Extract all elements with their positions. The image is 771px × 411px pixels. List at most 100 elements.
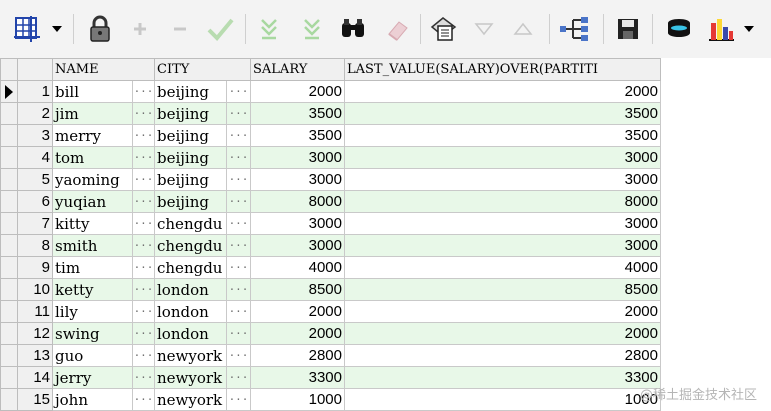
chart-icon[interactable] bbox=[704, 12, 738, 46]
lock-icon[interactable] bbox=[86, 12, 114, 46]
cell-salary[interactable]: 2000 bbox=[250, 80, 345, 103]
cell-edit-button[interactable]: ··· bbox=[226, 190, 251, 213]
cell-salary[interactable]: 3000 bbox=[250, 146, 345, 169]
cell-edit-button[interactable]: ··· bbox=[132, 212, 155, 235]
cell-name[interactable]: yuqian bbox=[52, 190, 133, 213]
grid-layout-icon[interactable] bbox=[12, 12, 42, 46]
table-row[interactable]: 9 tim ··· chengdu ··· 4000 4000 bbox=[0, 256, 661, 279]
table-row[interactable]: 12 swing ··· london ··· 2000 2000 bbox=[0, 322, 661, 345]
table-row[interactable]: 13 guo ··· newyork ··· 2800 2800 bbox=[0, 344, 661, 367]
cell-city[interactable]: beijing bbox=[154, 190, 227, 213]
cell-edit-button[interactable]: ··· bbox=[132, 190, 155, 213]
cell-city[interactable]: newyork bbox=[154, 366, 227, 389]
row-number[interactable]: 9 bbox=[17, 256, 53, 279]
row-number[interactable]: 10 bbox=[17, 278, 53, 301]
cell-name[interactable]: merry bbox=[52, 124, 133, 147]
cell-edit-button[interactable]: ··· bbox=[226, 146, 251, 169]
cell-salary[interactable]: 3500 bbox=[250, 124, 345, 147]
cell-city[interactable]: beijing bbox=[154, 80, 227, 103]
cell-edit-button[interactable]: ··· bbox=[226, 234, 251, 257]
cell-name[interactable]: bill bbox=[52, 80, 133, 103]
cell-edit-button[interactable]: ··· bbox=[226, 212, 251, 235]
cell-salary[interactable]: 8500 bbox=[250, 278, 345, 301]
row-indicator[interactable] bbox=[0, 278, 18, 301]
table-row[interactable]: 3 merry ··· beijing ··· 3500 3500 bbox=[0, 124, 661, 147]
cell-city[interactable]: chengdu bbox=[154, 234, 227, 257]
cell-edit-button[interactable]: ··· bbox=[132, 256, 155, 279]
row-indicator[interactable] bbox=[0, 300, 18, 323]
triangle-down-icon[interactable] bbox=[472, 12, 496, 46]
cell-name[interactable]: kitty bbox=[52, 212, 133, 235]
row-indicator[interactable] bbox=[0, 322, 18, 345]
cell-salary[interactable]: 3300 bbox=[250, 366, 345, 389]
cell-last-value[interactable]: 3000 bbox=[344, 168, 661, 191]
row-number[interactable]: 8 bbox=[17, 234, 53, 257]
save-icon[interactable] bbox=[613, 12, 643, 46]
cell-last-value[interactable]: 8500 bbox=[344, 278, 661, 301]
cell-city[interactable]: beijing bbox=[154, 124, 227, 147]
cell-edit-button[interactable]: ··· bbox=[132, 146, 155, 169]
column-header-city[interactable]: CITY bbox=[154, 58, 251, 81]
cell-salary[interactable]: 2000 bbox=[250, 322, 345, 345]
cell-salary[interactable]: 2000 bbox=[250, 300, 345, 323]
chart-dropdown-icon[interactable] bbox=[740, 12, 758, 46]
row-number[interactable]: 3 bbox=[17, 124, 53, 147]
grid-layout-dropdown-icon[interactable] bbox=[48, 12, 66, 46]
binoculars-icon[interactable] bbox=[338, 12, 368, 46]
table-row[interactable]: 2 jim ··· beijing ··· 3500 3500 bbox=[0, 102, 661, 125]
cell-salary[interactable]: 3000 bbox=[250, 212, 345, 235]
row-number[interactable]: 11 bbox=[17, 300, 53, 323]
cell-last-value[interactable]: 1000 bbox=[344, 388, 661, 411]
cell-salary[interactable]: 4000 bbox=[250, 256, 345, 279]
cell-edit-button[interactable]: ··· bbox=[132, 278, 155, 301]
cell-edit-button[interactable]: ··· bbox=[132, 102, 155, 125]
cell-last-value[interactable]: 8000 bbox=[344, 190, 661, 213]
filter-down-icon[interactable] bbox=[256, 12, 282, 46]
cell-name[interactable]: lily bbox=[52, 300, 133, 323]
filter-clear-icon[interactable] bbox=[299, 12, 325, 46]
row-number[interactable]: 14 bbox=[17, 366, 53, 389]
cell-city[interactable]: chengdu bbox=[154, 256, 227, 279]
row-indicator[interactable] bbox=[0, 256, 18, 279]
row-indicator[interactable] bbox=[0, 124, 18, 147]
table-row[interactable]: 7 kitty ··· chengdu ··· 3000 3000 bbox=[0, 212, 661, 235]
cell-edit-button[interactable]: ··· bbox=[132, 124, 155, 147]
row-indicator[interactable] bbox=[0, 80, 18, 103]
cell-last-value[interactable]: 3500 bbox=[344, 102, 661, 125]
cell-edit-button[interactable]: ··· bbox=[226, 366, 251, 389]
cell-city[interactable]: london bbox=[154, 278, 227, 301]
export-icon[interactable] bbox=[662, 12, 696, 46]
row-number[interactable]: 4 bbox=[17, 146, 53, 169]
cell-last-value[interactable]: 2000 bbox=[344, 80, 661, 103]
tree-view-icon[interactable] bbox=[558, 12, 592, 46]
cell-last-value[interactable]: 2000 bbox=[344, 322, 661, 345]
row-number[interactable]: 6 bbox=[17, 190, 53, 213]
cell-edit-button[interactable]: ··· bbox=[132, 168, 155, 191]
cell-city[interactable]: newyork bbox=[154, 388, 227, 411]
cell-edit-button[interactable]: ··· bbox=[132, 234, 155, 257]
row-number[interactable]: 13 bbox=[17, 344, 53, 367]
row-number[interactable]: 15 bbox=[17, 388, 53, 411]
row-number[interactable]: 7 bbox=[17, 212, 53, 235]
cell-edit-button[interactable]: ··· bbox=[132, 322, 155, 345]
cell-city[interactable]: beijing bbox=[154, 102, 227, 125]
cell-city[interactable]: london bbox=[154, 322, 227, 345]
cell-name[interactable]: jerry bbox=[52, 366, 133, 389]
row-indicator[interactable] bbox=[0, 344, 18, 367]
cell-name[interactable]: tim bbox=[52, 256, 133, 279]
row-number[interactable]: 12 bbox=[17, 322, 53, 345]
cell-last-value[interactable]: 3000 bbox=[344, 234, 661, 257]
minus-icon[interactable] bbox=[168, 12, 192, 46]
cell-edit-button[interactable]: ··· bbox=[226, 322, 251, 345]
cell-edit-button[interactable]: ··· bbox=[132, 300, 155, 323]
row-number[interactable]: 1 bbox=[17, 80, 53, 103]
cell-last-value[interactable]: 3500 bbox=[344, 124, 661, 147]
table-row[interactable]: 1 bill ··· beijing ··· 2000 2000 bbox=[0, 80, 661, 103]
cell-edit-button[interactable]: ··· bbox=[226, 278, 251, 301]
row-indicator[interactable] bbox=[0, 168, 18, 191]
table-row[interactable]: 15 john ··· newyork ··· 1000 1000 bbox=[0, 388, 661, 411]
cell-salary[interactable]: 8000 bbox=[250, 190, 345, 213]
row-indicator[interactable] bbox=[0, 190, 18, 213]
table-row[interactable]: 14 jerry ··· newyork ··· 3300 3300 bbox=[0, 366, 661, 389]
cell-name[interactable]: tom bbox=[52, 146, 133, 169]
